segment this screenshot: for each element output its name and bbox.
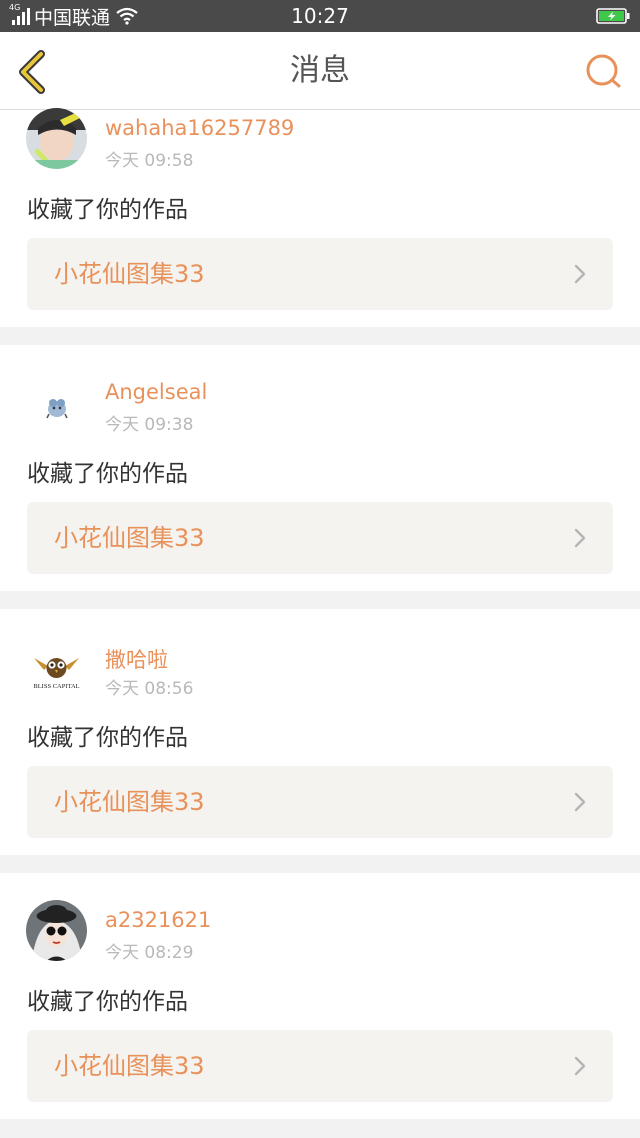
work-link[interactable]: 小花仙图集33: [27, 1030, 613, 1102]
work-link[interactable]: 小花仙图集33: [27, 238, 613, 310]
user-avatar[interactable]: [26, 900, 87, 961]
message-card: BLISS CAPITAL 撒哈啦 今天 08:56 收藏了你的作品 小花仙图集…: [0, 609, 640, 855]
action-text: 收藏了你的作品: [27, 461, 188, 487]
chevron-right-icon: [574, 1056, 586, 1076]
user-avatar[interactable]: [26, 108, 87, 169]
work-title: 小花仙图集33: [54, 788, 205, 816]
status-time: 10:27: [291, 4, 349, 28]
action-text: 收藏了你的作品: [27, 725, 188, 751]
message-card: Angelseal 今天 09:38 收藏了你的作品 小花仙图集33: [0, 345, 640, 591]
avatar-photo: BLISS CAPITAL: [26, 640, 87, 701]
work-title: 小花仙图集33: [54, 524, 205, 552]
action-text: 收藏了你的作品: [27, 197, 188, 223]
status-bar: 4G 中国联通 10:27: [0, 0, 640, 32]
avatar-photo: [26, 108, 87, 169]
battery-charging-icon: [596, 8, 630, 24]
user-avatar[interactable]: [26, 376, 87, 437]
work-title: 小花仙图集33: [54, 1052, 205, 1080]
username[interactable]: wahaha16257789: [105, 116, 294, 140]
action-text: 收藏了你的作品: [27, 989, 188, 1015]
chevron-right-icon: [574, 792, 586, 812]
nav-bar: 消息: [0, 32, 640, 110]
page-title: 消息: [290, 53, 350, 88]
message-card: wahaha16257789 今天 09:58 收藏了你的作品 小花仙图集33: [0, 108, 640, 327]
message-card: a2321621 今天 08:29 收藏了你的作品 小花仙图集33: [0, 873, 640, 1119]
avatar-logo-text: BLISS CAPITAL: [33, 683, 79, 690]
work-title: 小花仙图集33: [54, 260, 205, 288]
avatar-photo: [26, 376, 87, 437]
timestamp: 今天 08:29: [105, 943, 194, 963]
timestamp: 今天 09:38: [105, 415, 194, 435]
avatar-photo: [26, 900, 87, 961]
work-link[interactable]: 小花仙图集33: [27, 502, 613, 574]
username[interactable]: 撒哈啦: [105, 644, 168, 674]
chevron-right-icon: [574, 264, 586, 284]
timestamp: 今天 09:58: [105, 151, 194, 171]
chevron-right-icon: [574, 528, 586, 548]
user-avatar[interactable]: BLISS CAPITAL: [26, 640, 87, 701]
username[interactable]: a2321621: [105, 908, 211, 932]
username[interactable]: Angelseal: [105, 380, 207, 404]
work-link[interactable]: 小花仙图集33: [27, 766, 613, 838]
search-icon: [586, 54, 621, 88]
timestamp: 今天 08:56: [105, 679, 194, 699]
search-button[interactable]: [584, 52, 624, 92]
